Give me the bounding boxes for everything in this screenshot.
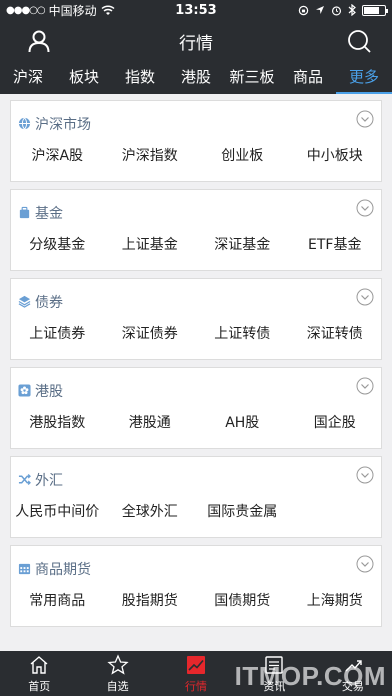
section-title: 外汇 [35, 472, 63, 489]
market-item[interactable]: AH股 [196, 412, 289, 432]
chevron-down-icon[interactable] [356, 288, 374, 306]
search-icon[interactable] [346, 28, 372, 54]
market-item[interactable]: 全球外汇 [104, 501, 197, 521]
nav-watchlist[interactable]: 自选 [78, 651, 156, 696]
market-item[interactable]: 上证转债 [196, 323, 289, 343]
carrier-label: 中国移动 [48, 3, 97, 18]
market-item[interactable]: 中小板块 [289, 145, 382, 165]
section-card: 沪深市场 沪深A股 沪深指数 创业板 中小板块 [10, 100, 382, 182]
market-tabs: 沪深 板块 指数 港股 新三板 商品 更多 [0, 62, 392, 94]
wifi-icon [101, 4, 115, 15]
status-right [236, 4, 388, 16]
exchange-icon [18, 473, 31, 486]
bluetooth-icon [348, 4, 356, 16]
market-item[interactable]: 沪深A股 [11, 145, 104, 165]
tab-zhishu[interactable]: 指数 [112, 62, 168, 94]
section-card: 外汇 人民币中间价 全球外汇 国际贵金属 [10, 456, 382, 538]
tab-hushen[interactable]: 沪深 [0, 62, 56, 94]
signal-strength-icon: ●●●○○ [6, 4, 46, 16]
section-items: 沪深A股 沪深指数 创业板 中小板块 [11, 133, 381, 165]
chevron-down-icon[interactable] [356, 377, 374, 395]
market-item[interactable]: 上海期货 [289, 590, 382, 610]
nav-label: 首页 [28, 679, 51, 693]
market-item[interactable]: 深证债券 [104, 323, 197, 343]
section-items: 港股指数 港股通 AH股 国企股 [11, 400, 381, 432]
section-card: 债券 上证债券 深证债券 上证转债 深证转债 [10, 278, 382, 360]
market-item[interactable]: ETF基金 [289, 234, 382, 254]
section-title: 港股 [35, 383, 63, 400]
page-title: 行情 [179, 33, 213, 54]
section-header: 外汇 [11, 457, 381, 489]
section-title: 沪深市场 [35, 116, 91, 133]
section-card: 基金 分级基金 上证基金 深证基金 ETF基金 [10, 189, 382, 271]
watermark: ITMOP.COM [234, 661, 386, 691]
tab-xinsanban[interactable]: 新三板 [224, 62, 280, 94]
section-title: 基金 [35, 205, 63, 222]
chevron-down-icon[interactable] [356, 199, 374, 217]
section-card: 港股 港股指数 港股通 AH股 国企股 [10, 367, 382, 449]
section-header: 港股 [11, 368, 381, 400]
section-items: 上证债券 深证债券 上证转债 深证转债 [11, 311, 381, 343]
chevron-down-icon[interactable] [356, 110, 374, 128]
battery-icon [362, 4, 388, 16]
tab-shangpin[interactable]: 商品 [280, 62, 336, 94]
market-item[interactable]: 人民币中间价 [11, 501, 104, 521]
market-item[interactable]: 上证基金 [104, 234, 197, 254]
market-item[interactable]: 港股指数 [11, 412, 104, 432]
section-header: 商品期货 [11, 546, 381, 578]
section-title: 债券 [35, 294, 63, 311]
star-icon [107, 653, 129, 675]
chevron-down-icon[interactable] [356, 555, 374, 573]
market-item[interactable]: 股指期货 [104, 590, 197, 610]
section-header: 基金 [11, 190, 381, 222]
nav-market[interactable]: 行情 [157, 651, 235, 696]
nav-home[interactable]: 首页 [0, 651, 78, 696]
globe-icon [18, 117, 31, 130]
market-item[interactable]: 国企股 [289, 412, 382, 432]
rotation-lock-icon [298, 5, 309, 15]
market-item[interactable]: 创业板 [196, 145, 289, 165]
calendar-icon [18, 563, 31, 575]
location-icon [316, 6, 324, 14]
market-item[interactable]: 国际贵金属 [196, 501, 289, 521]
tab-more[interactable]: 更多 [336, 62, 392, 94]
home-icon [30, 655, 48, 674]
market-item[interactable]: 国债期货 [196, 590, 289, 610]
nav-label: 行情 [185, 679, 208, 693]
market-item[interactable]: 深证转债 [289, 323, 382, 343]
nav-label: 自选 [106, 679, 129, 693]
section-header: 沪深市场 [11, 101, 381, 133]
section-header: 债券 [11, 279, 381, 311]
layers-icon [18, 295, 31, 308]
status-left: ●●●○○ 中国移动 [6, 2, 156, 19]
alarm-icon [331, 5, 342, 15]
market-item[interactable]: 上证债券 [11, 323, 104, 343]
tab-ganggu[interactable]: 港股 [168, 62, 224, 94]
app-header: 行情 [0, 20, 392, 62]
market-item[interactable]: 沪深指数 [104, 145, 197, 165]
status-bar: ●●●○○ 中国移动 13:53 [0, 0, 392, 20]
section-card: 商品期货 常用商品 股指期货 国债期货 上海期货 [10, 545, 382, 627]
tab-bankuai[interactable]: 板块 [56, 62, 112, 94]
fund-bag-icon [19, 206, 30, 219]
market-item[interactable]: 港股通 [104, 412, 197, 432]
hk-flower-icon [18, 384, 31, 397]
market-item[interactable]: 分级基金 [11, 234, 104, 254]
section-items: 人民币中间价 全球外汇 国际贵金属 [11, 489, 381, 521]
market-item [289, 501, 382, 521]
section-title: 商品期货 [35, 561, 91, 578]
user-icon[interactable] [26, 28, 52, 54]
market-item[interactable]: 常用商品 [11, 590, 104, 610]
chart-icon [187, 655, 206, 674]
status-time: 13:53 [175, 2, 217, 18]
section-items: 分级基金 上证基金 深证基金 ETF基金 [11, 222, 381, 254]
market-sections: 沪深市场 沪深A股 沪深指数 创业板 中小板块 基金 分级基金 上证基金 深证基… [10, 100, 382, 634]
chevron-down-icon[interactable] [356, 466, 374, 484]
market-item[interactable]: 深证基金 [196, 234, 289, 254]
section-items: 常用商品 股指期货 国债期货 上海期货 [11, 578, 381, 610]
